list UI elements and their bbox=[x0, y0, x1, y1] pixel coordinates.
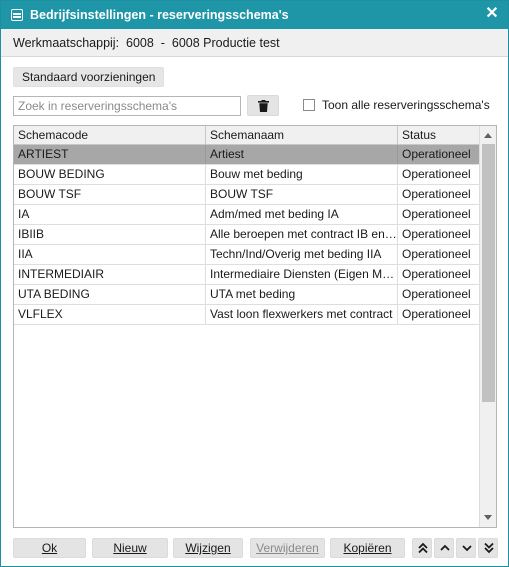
cell-name: Techn/Ind/Overig met beding IIA bbox=[206, 245, 398, 264]
cell-name: Vast loon flexwerkers met contract bbox=[206, 305, 398, 324]
company-label: Werkmaatschappij: bbox=[13, 35, 120, 50]
cell-status: Operationeel bbox=[402, 307, 471, 321]
table-row[interactable]: UTA BEDING UTA met beding Operationeel bbox=[14, 285, 480, 305]
cell-status: Operationeel bbox=[402, 267, 471, 281]
cell-status: Operationeel bbox=[402, 207, 471, 221]
ok-button[interactable]: Ok bbox=[13, 538, 86, 558]
scrollbar-thumb[interactable] bbox=[482, 144, 495, 402]
dialog-window: Bedrijfsinstellingen - reserveringsschem… bbox=[0, 0, 509, 567]
standard-provisions-button[interactable]: Standaard voorzieningen bbox=[13, 67, 165, 87]
cell-code: INTERMEDIAIR bbox=[14, 265, 206, 284]
table-window-icon bbox=[11, 9, 23, 21]
table-row[interactable]: IA Adm/med met beding IA Operationeel bbox=[14, 205, 480, 225]
cell-name: UTA met beding bbox=[206, 285, 398, 304]
scroll-down-icon[interactable] bbox=[484, 515, 492, 520]
table-row[interactable]: BOUW BEDING Bouw met beding Operationeel bbox=[14, 165, 480, 185]
cell-name: Artiest bbox=[206, 145, 398, 164]
close-icon[interactable]: ✕ bbox=[484, 6, 500, 22]
chevron-up-icon bbox=[440, 544, 450, 551]
show-all-checkbox[interactable] bbox=[303, 99, 315, 111]
cell-code: VLFLEX bbox=[14, 305, 206, 324]
cell-code: IBIIB bbox=[14, 225, 206, 244]
table-row[interactable]: INTERMEDIAIR Intermediaire Diensten (Eig… bbox=[14, 265, 480, 285]
cell-code: BOUW BEDING bbox=[14, 165, 206, 184]
cell-status: Operationeel bbox=[402, 167, 471, 181]
cell-code: ARTIEST bbox=[14, 145, 206, 164]
search-input[interactable] bbox=[13, 96, 241, 116]
cell-name: Intermediaire Diensten (Eigen Medewerker… bbox=[206, 265, 398, 284]
cell-code: BOUW TSF bbox=[14, 185, 206, 204]
cell-name: Bouw met beding bbox=[206, 165, 398, 184]
new-button[interactable]: Nieuw bbox=[92, 538, 168, 558]
company-bar: Werkmaatschappij: 6008 - 6008 Productie … bbox=[1, 29, 508, 57]
schema-table: Schemacode Schemanaam Status ARTIEST Art… bbox=[13, 125, 497, 528]
chevron-down-icon bbox=[462, 545, 472, 552]
cell-status: Operationeel bbox=[402, 247, 471, 261]
trash-icon bbox=[258, 100, 269, 112]
table-header: Schemacode Schemanaam Status bbox=[14, 126, 480, 145]
cell-code: IIA bbox=[14, 245, 206, 264]
cell-name: BOUW TSF bbox=[206, 185, 398, 204]
move-first-button[interactable] bbox=[412, 538, 432, 558]
column-header-schemacode[interactable]: Schemacode bbox=[14, 126, 206, 144]
move-up-button[interactable] bbox=[434, 538, 454, 558]
table-row[interactable]: ARTIEST Artiest Operationeel bbox=[14, 145, 480, 165]
vertical-scrollbar[interactable] bbox=[479, 126, 496, 527]
cell-status: Operationeel bbox=[402, 147, 471, 161]
clear-search-button[interactable] bbox=[247, 95, 279, 116]
cell-name: Alle beroepen met contract IB en IIB bbox=[206, 225, 398, 244]
cell-code: IA bbox=[14, 205, 206, 224]
cell-status: Operationeel bbox=[402, 287, 471, 301]
cell-status: Operationeel bbox=[402, 187, 471, 201]
window-title: Bedrijfsinstellingen - reserveringsschem… bbox=[30, 8, 289, 22]
table-row[interactable]: VLFLEX Vast loon flexwerkers met contrac… bbox=[14, 305, 480, 325]
move-last-button[interactable] bbox=[478, 538, 498, 558]
table-row[interactable]: BOUW TSF BOUW TSF Operationeel bbox=[14, 185, 480, 205]
cell-name: Adm/med met beding IA bbox=[206, 205, 398, 224]
company-name: 6008 Productie test bbox=[171, 35, 280, 50]
title-bar[interactable]: Bedrijfsinstellingen - reserveringsschem… bbox=[1, 1, 508, 29]
double-chevron-up-icon bbox=[418, 542, 428, 554]
edit-button[interactable]: Wijzigen bbox=[173, 538, 243, 558]
column-header-schemanaam[interactable]: Schemanaam bbox=[206, 126, 398, 144]
table-row[interactable]: IIA Techn/Ind/Overig met beding IIA Oper… bbox=[14, 245, 480, 265]
double-chevron-down-icon bbox=[484, 542, 494, 554]
show-all-label: Toon alle reserveringsschema's bbox=[322, 98, 490, 112]
scroll-up-icon[interactable] bbox=[484, 133, 492, 138]
cell-status: Operationeel bbox=[402, 227, 471, 241]
copy-button[interactable]: Kopiëren bbox=[330, 538, 405, 558]
company-code: 6008 bbox=[126, 35, 154, 50]
cell-code: UTA BEDING bbox=[14, 285, 206, 304]
column-header-status[interactable]: Status bbox=[398, 126, 480, 144]
move-down-button[interactable] bbox=[456, 538, 476, 558]
delete-button[interactable]: Verwijderen bbox=[250, 538, 325, 558]
table-row[interactable]: IBIIB Alle beroepen met contract IB en I… bbox=[14, 225, 480, 245]
